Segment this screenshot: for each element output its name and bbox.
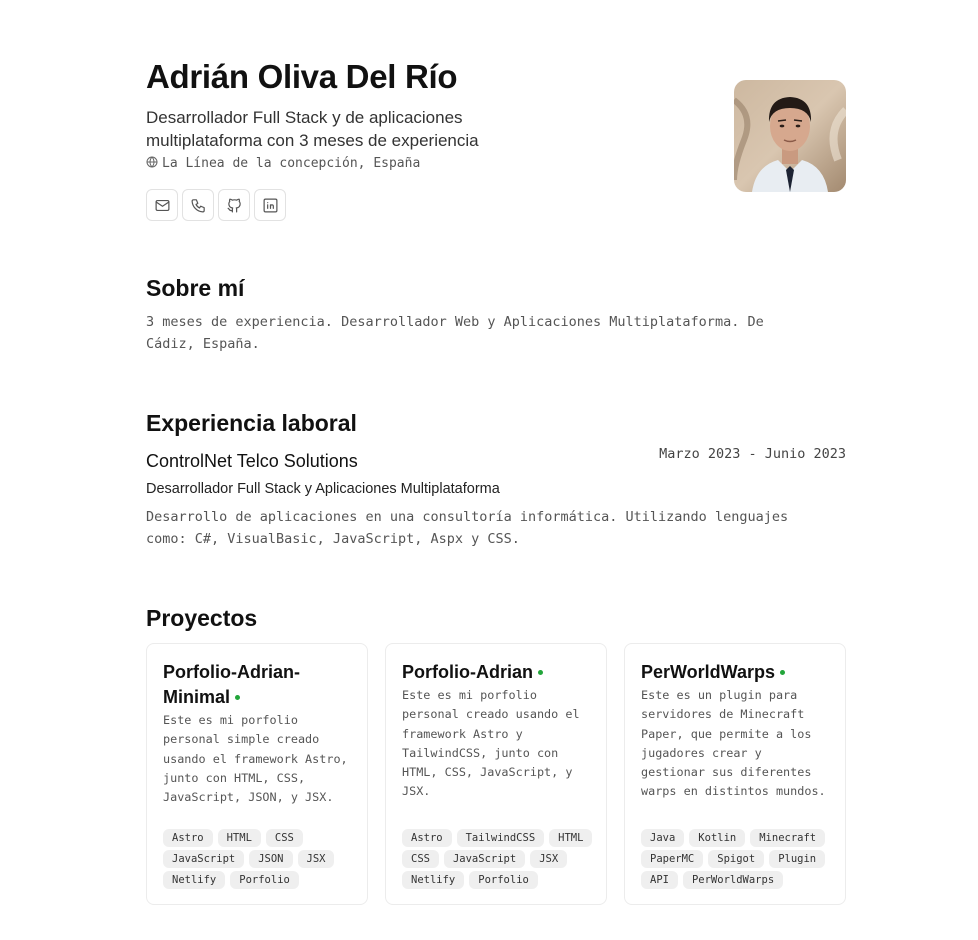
active-dot: [780, 669, 786, 675]
project-card[interactable]: Porfolio-Adrian Este es mi porfolio pers…: [385, 643, 607, 905]
tag: JSX: [530, 850, 568, 868]
linkedin-button[interactable]: [254, 189, 286, 221]
tag: Astro: [402, 829, 452, 847]
project-tags: Astro TailwindCSS HTML CSS JavaScript JS…: [402, 829, 594, 889]
tag: Spigot: [708, 850, 765, 868]
email-button[interactable]: [146, 189, 178, 221]
tag: Minecraft: [750, 829, 826, 847]
tag: CSS: [402, 850, 439, 868]
tag: Kotlin: [689, 829, 746, 847]
project-title[interactable]: Porfolio-Adrian: [402, 660, 590, 685]
phone-button[interactable]: [182, 189, 214, 221]
location: La Línea de la concepción, España: [146, 156, 420, 171]
project-title[interactable]: Porfolio-Adrian-Minimal: [163, 660, 351, 710]
tag: Porfolio: [230, 871, 299, 889]
tag: Netlify: [163, 871, 226, 889]
linkedin-icon: [262, 197, 279, 214]
project-tags: Astro HTML CSS JavaScript JSON JSX Netli…: [163, 829, 355, 889]
tag: PaperMC: [641, 850, 704, 868]
section-title-about: Sobre mí: [146, 275, 245, 301]
phone-icon: [190, 197, 207, 214]
tag: Astro: [163, 829, 213, 847]
project-card[interactable]: Porfolio-Adrian-Minimal Este es mi porfo…: [146, 643, 368, 905]
project-description: Este es mi porfolio personal creado usan…: [402, 688, 580, 799]
tag: JSON: [249, 850, 293, 868]
avatar: [734, 80, 846, 192]
mail-icon: [154, 197, 171, 214]
location-text: La Línea de la concepción, España: [162, 156, 421, 171]
job-description: Desarrollo de aplicaciones en una consul…: [146, 509, 789, 547]
tag: JavaScript: [163, 850, 245, 868]
experience-dates: Marzo 2023 - Junio 2023: [659, 446, 846, 462]
tag: PerWorldWarps: [682, 871, 784, 889]
projects-grid: Porfolio-Adrian-Minimal Este es mi porfo…: [146, 643, 846, 905]
section-title-experience: Experiencia laboral: [146, 410, 357, 436]
tag: API: [641, 871, 678, 889]
company-name: ControlNet Telco Solutions: [146, 451, 358, 471]
project-description: Este es mi porfolio personal simple crea…: [163, 713, 348, 805]
tag: Plugin: [769, 850, 826, 868]
github-button[interactable]: [218, 189, 250, 221]
active-dot: [538, 669, 543, 675]
tag: HTML: [549, 829, 593, 847]
tag: Java: [641, 829, 685, 847]
tag: HTML: [217, 829, 261, 847]
project-tags: Java Kotlin Minecraft PaperMC Spigot Plu…: [641, 829, 833, 889]
page-title: Adrián Oliva Del Río: [146, 58, 458, 95]
tag: Netlify: [402, 871, 465, 889]
tag: JavaScript: [443, 850, 526, 868]
globe-icon: [146, 156, 158, 171]
tag: TailwindCSS: [456, 829, 545, 847]
github-icon: [226, 197, 243, 214]
section-title-projects: Proyectos: [146, 605, 258, 631]
tag: Porfolio: [469, 871, 538, 889]
tag: CSS: [265, 829, 303, 847]
project-card[interactable]: PerWorldWarps Este es un plugin para ser…: [624, 643, 846, 905]
tagline: Desarrollador Full Stack y de aplicacion…: [146, 108, 479, 150]
contact-links: [146, 189, 286, 221]
tag: JSX: [297, 850, 335, 868]
project-title[interactable]: PerWorldWarps: [641, 660, 829, 685]
about-text: 3 meses de experiencia. Desarrollador We…: [146, 314, 764, 352]
active-dot: [235, 694, 241, 700]
job-role: Desarrollador Full Stack y Aplicaciones …: [146, 481, 500, 497]
project-description: Este es un plugin para servidores de Min…: [641, 688, 826, 799]
